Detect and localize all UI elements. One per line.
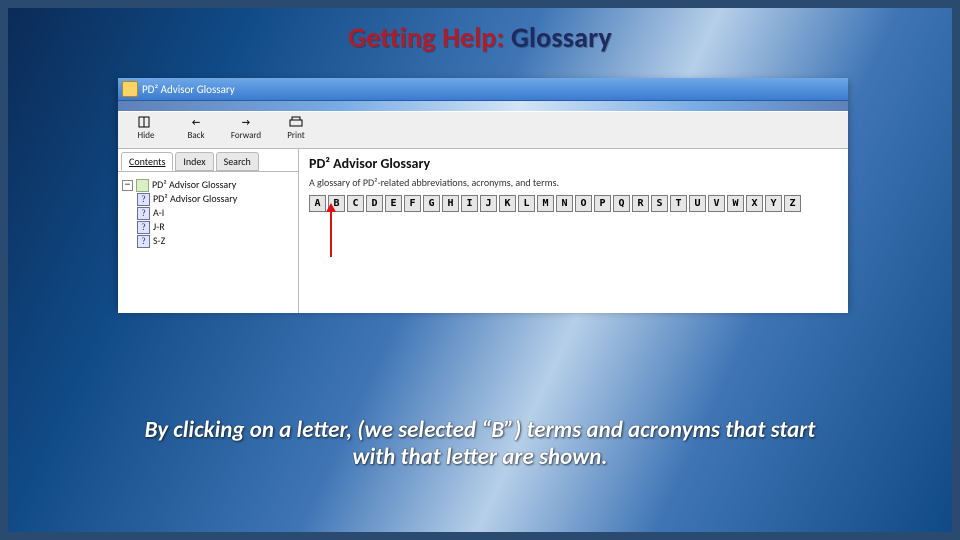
topic-icon: ? [137,235,150,248]
letter-u[interactable]: U [689,195,706,212]
contents-tree: − PD² Advisor Glossary ? PD² Advisor Glo… [118,172,298,254]
tree-item-label: PD² Advisor Glossary [153,192,237,206]
window-shade [118,101,848,111]
print-label: Print [287,130,305,141]
hide-button[interactable]: Hide [124,114,168,141]
letter-p[interactable]: P [594,195,611,212]
letter-f[interactable]: F [404,195,421,212]
letter-i[interactable]: I [461,195,478,212]
letter-z[interactable]: Z [784,195,801,212]
back-label: Back [187,130,204,141]
app-icon [122,81,138,97]
back-icon: ← [187,114,205,130]
tab-search[interactable]: Search [216,152,259,171]
letter-h[interactable]: H [442,195,459,212]
letter-w[interactable]: W [727,195,744,212]
topic-icon: ? [137,221,150,234]
tree-item-label: J-R [153,220,165,234]
letter-g[interactable]: G [423,195,440,212]
alphabet-nav: ABCDEFGHIJKLMNOPQRSTUVWXYZ [309,195,838,212]
window-title: PD² Advisor Glossary [142,83,235,96]
back-button[interactable]: ← Back [174,114,218,141]
forward-icon: → [237,114,255,130]
letter-l[interactable]: L [518,195,535,212]
letter-a[interactable]: A [309,195,326,212]
title-rest-part: Glossary [511,20,612,55]
slide: Getting Help: Glossary PD² Advisor Gloss… [0,0,960,540]
slide-caption: By clicking on a letter, (we selected “B… [8,417,952,472]
letter-d[interactable]: D [366,195,383,212]
glossary-subtitle: A glossary of PD²-related abbreviations,… [309,176,838,189]
letter-t[interactable]: T [670,195,687,212]
topic-icon: ? [137,193,150,206]
collapse-icon[interactable]: − [122,180,133,191]
tab-contents[interactable]: Contents [121,152,173,171]
letter-m[interactable]: M [537,195,554,212]
letter-n[interactable]: N [556,195,573,212]
hide-icon [137,114,155,130]
print-button[interactable]: Print [274,114,318,141]
letter-q[interactable]: Q [613,195,630,212]
title-red-part: Getting Help: [348,20,504,55]
slide-title: Getting Help: Glossary [8,20,952,55]
tab-index[interactable]: Index [175,152,213,171]
tree-item-label: S-Z [153,234,165,248]
letter-s[interactable]: S [651,195,668,212]
help-body: Contents Index Search − PD² Advisor Glos… [118,149,848,313]
tree-item-ai[interactable]: ? A-I [122,206,294,220]
topic-icon: ? [137,207,150,220]
hide-label: Hide [138,130,155,141]
tree-root[interactable]: − PD² Advisor Glossary [122,178,294,192]
letter-y[interactable]: Y [765,195,782,212]
toolbar: Hide ← Back → Forward Print [118,111,848,149]
letter-v[interactable]: V [708,195,725,212]
window-titlebar: PD² Advisor Glossary [118,78,848,101]
letter-c[interactable]: C [347,195,364,212]
book-open-icon [136,179,149,192]
letter-e[interactable]: E [385,195,402,212]
nav-tabs: Contents Index Search [118,149,298,172]
tree-item-label: A-I [153,206,164,220]
letter-k[interactable]: K [499,195,516,212]
help-window-screenshot: PD² Advisor Glossary Hide ← Back → Forwa… [118,78,848,308]
letter-x[interactable]: X [746,195,763,212]
nav-panel: Contents Index Search − PD² Advisor Glos… [118,149,299,313]
tree-item-jr[interactable]: ? J-R [122,220,294,234]
content-panel: PD² Advisor Glossary A glossary of PD²-r… [299,149,848,313]
print-icon [287,114,305,130]
tree-item-glossary[interactable]: ? PD² Advisor Glossary [122,192,294,206]
letter-r[interactable]: R [632,195,649,212]
forward-label: Forward [231,130,261,141]
letter-o[interactable]: O [575,195,592,212]
letter-j[interactable]: J [480,195,497,212]
tree-item-sz[interactable]: ? S-Z [122,234,294,248]
forward-button[interactable]: → Forward [224,114,268,141]
glossary-heading: PD² Advisor Glossary [309,155,838,172]
callout-arrow [330,211,332,257]
tree-root-label: PD² Advisor Glossary [152,178,236,192]
